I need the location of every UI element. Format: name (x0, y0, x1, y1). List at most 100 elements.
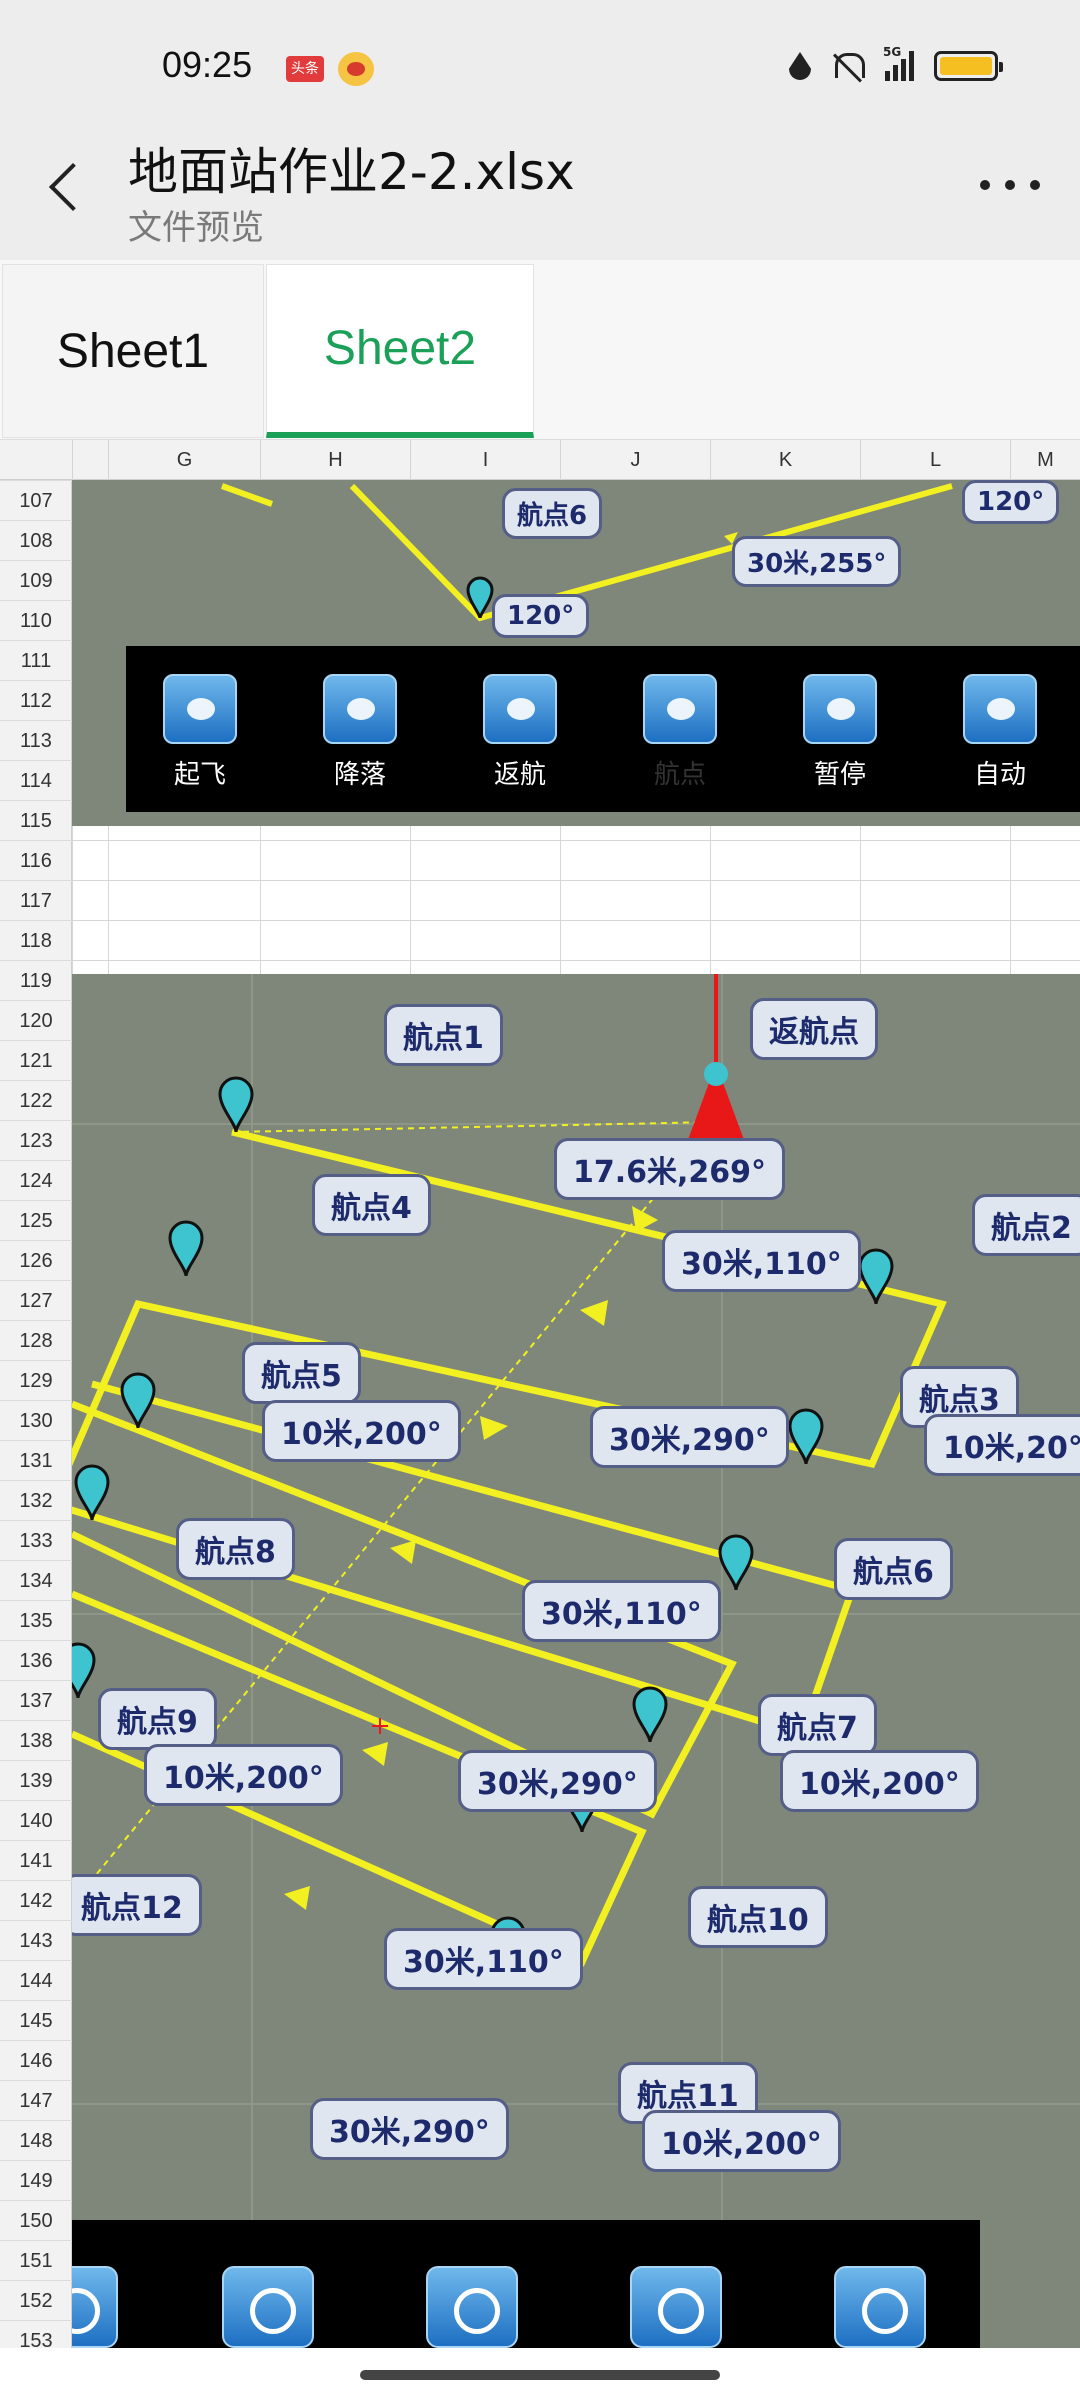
row-header-cell[interactable]: 142 (0, 1880, 72, 1920)
column-header-cell[interactable]: I (410, 440, 560, 480)
segment-label: 30米,110° (662, 1230, 861, 1292)
auto-button[interactable]: 自动 (950, 674, 1050, 791)
waypoint-label: 航点9 (98, 1688, 217, 1750)
mute-icon (831, 51, 865, 81)
takeoff-button[interactable]: 起飞 (150, 674, 250, 791)
waypoint-label: 航点10 (688, 1886, 828, 1948)
row-header-cell[interactable]: 113 (0, 720, 72, 760)
row-header-cell[interactable]: 119 (0, 960, 72, 1000)
row-header-cell[interactable]: 128 (0, 1320, 72, 1360)
segment-label: 17.6米,269° (554, 1138, 786, 1200)
landing-label: 降落 (333, 760, 386, 790)
row-header-cell[interactable]: 144 (0, 1960, 72, 2000)
row-header-cell[interactable]: 110 (0, 600, 72, 640)
column-header-cell[interactable]: K (710, 440, 860, 480)
auto-icon[interactable] (834, 2266, 926, 2348)
column-header-cell[interactable]: M (1010, 440, 1080, 480)
row-header-cell[interactable]: 123 (0, 1120, 72, 1160)
battery-icon (934, 51, 1003, 81)
pause-icon[interactable] (630, 2266, 722, 2348)
row-header-cell[interactable]: 120 (0, 1000, 72, 1040)
heading-label: 120° (962, 480, 1060, 524)
row-header-cell[interactable]: 117 (0, 880, 72, 920)
segment-label: 30米,290° (310, 2098, 509, 2160)
home-indicator[interactable] (360, 2370, 720, 2380)
waypoint-label: 航点8 (176, 1518, 295, 1580)
column-header-cell[interactable]: H (260, 440, 410, 480)
waypoint-label: 航点6 (502, 488, 603, 539)
page-subtitle: 文件预览 (128, 208, 264, 248)
row-header-cell[interactable]: 114 (0, 760, 72, 800)
row-header-cell[interactable]: 153 (0, 2320, 72, 2348)
row-header-cell[interactable]: 127 (0, 1280, 72, 1320)
tab-sheet1[interactable]: Sheet1 (2, 264, 264, 438)
waypoint-icon[interactable] (426, 2266, 518, 2348)
row-header-cell[interactable]: 145 (0, 2000, 72, 2040)
landing-button[interactable]: 降落 (310, 674, 410, 791)
drone-toolbar-bottom (72, 2220, 980, 2348)
row-header-cell[interactable]: 135 (0, 1600, 72, 1640)
row-header-cell[interactable]: 108 (0, 520, 72, 560)
row-header-cell[interactable]: 134 (0, 1560, 72, 1600)
row-header-cell[interactable]: 133 (0, 1520, 72, 1560)
row-header-cell[interactable]: 112 (0, 680, 72, 720)
embedded-image-main[interactable]: 航点1 返航点 17.6米,269° 航点4 30米,110° 航点2 航点5 … (72, 974, 1080, 2348)
network-type: 5G (883, 45, 902, 59)
segment-label: 30米,110° (384, 1928, 583, 1990)
waypoint-icon (643, 674, 717, 744)
spreadsheet-grid[interactable]: G H I J K L M 107 108 109 110 111 112 113 114 11… (0, 440, 1080, 2348)
row-header-cell[interactable]: 148 (0, 2120, 72, 2160)
row-header-cell[interactable]: 121 (0, 1040, 72, 1080)
row-header-cell[interactable]: 138 (0, 1720, 72, 1760)
row-header-cell[interactable]: 137 (0, 1680, 72, 1720)
row-header-cell[interactable]: 109 (0, 560, 72, 600)
return-home-button[interactable]: 返航 (470, 674, 570, 791)
heading-label: 120° (492, 594, 590, 638)
column-header-cell[interactable]: J (560, 440, 710, 480)
takeoff-label: 起飞 (173, 760, 226, 790)
segment-label: 30米,255° (732, 536, 902, 587)
row-header-cell[interactable]: 125 (0, 1200, 72, 1240)
waypoint-label: 航点12 (72, 1874, 202, 1936)
row-header-cell[interactable]: 152 (0, 2280, 72, 2320)
waypoint-button[interactable]: 航点 (630, 674, 730, 791)
chevron-left-icon[interactable] (44, 156, 84, 216)
pause-button[interactable]: 暂停 (790, 674, 890, 791)
row-header-cell[interactable]: 129 (0, 1360, 72, 1400)
pause-label: 暂停 (813, 760, 866, 790)
landing-icon[interactable] (72, 2266, 118, 2348)
row-header-cell[interactable]: 126 (0, 1240, 72, 1280)
row-header-cell[interactable]: 139 (0, 1760, 72, 1800)
row-header-cell[interactable]: 150 (0, 2200, 72, 2240)
column-header-cell[interactable]: G (108, 440, 260, 480)
row-header-cell[interactable]: 131 (0, 1440, 72, 1480)
row-header-cell[interactable]: 149 (0, 2160, 72, 2200)
waypoint-label: 航点4 (312, 1174, 431, 1236)
toutiao-icon: 头条 (286, 56, 324, 82)
row-header-cell[interactable]: 115 (0, 800, 72, 840)
row-header-cell[interactable]: 132 (0, 1480, 72, 1520)
home-point-label: 返航点 (750, 998, 878, 1060)
row-header-cell[interactable]: 130 (0, 1400, 72, 1440)
row-header-cell[interactable]: 140 (0, 1800, 72, 1840)
waypoint-label: 航点2 (972, 1194, 1080, 1256)
row-header-cell[interactable]: 111 (0, 640, 72, 680)
return-home-label: 返航 (493, 760, 546, 790)
row-header-cell[interactable]: 146 (0, 2040, 72, 2080)
row-header-cell[interactable]: 116 (0, 840, 72, 880)
more-horizontal-icon[interactable] (980, 180, 1040, 194)
row-header-cell[interactable]: 147 (0, 2080, 72, 2120)
row-header-cell[interactable]: 122 (0, 1080, 72, 1120)
row-header-cell[interactable]: 141 (0, 1840, 72, 1880)
row-header-cell[interactable]: 124 (0, 1160, 72, 1200)
row-header-cell[interactable]: 107 (0, 480, 72, 520)
row-header-cell[interactable]: 136 (0, 1640, 72, 1680)
return-home-icon[interactable] (222, 2266, 314, 2348)
weibo-icon (338, 52, 374, 86)
tab-sheet2[interactable]: Sheet2 (266, 264, 534, 438)
row-header-cell[interactable]: 118 (0, 920, 72, 960)
row-header-cell[interactable]: 151 (0, 2240, 72, 2280)
row-header-cell[interactable]: 143 (0, 1920, 72, 1960)
column-header-cell[interactable]: L (860, 440, 1010, 480)
gesture-bar (0, 2348, 1080, 2400)
